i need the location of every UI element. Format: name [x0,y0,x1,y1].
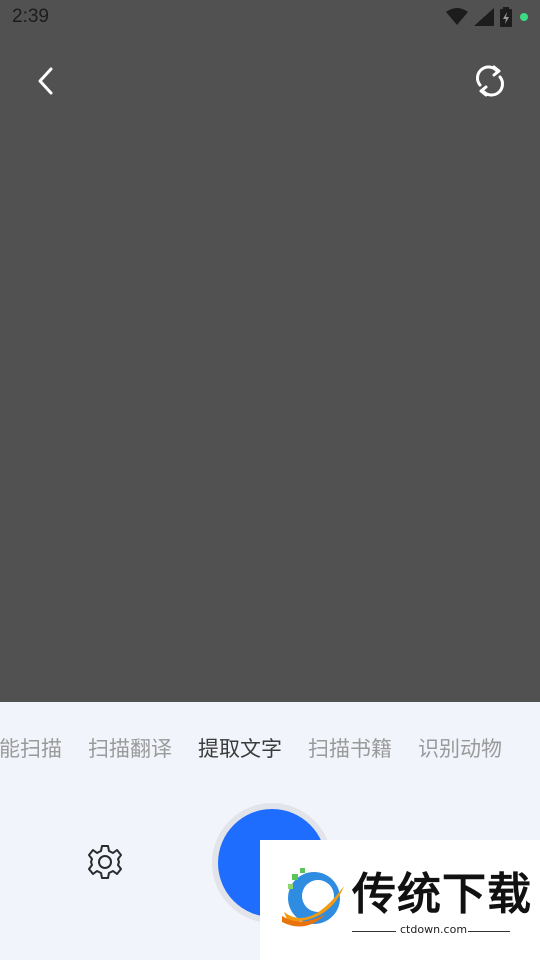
status-time: 2:39 [12,6,49,27]
watermark-domain: ctdown.com [400,923,468,936]
notification-dot-icon [518,11,530,23]
switch-camera-button[interactable] [468,62,512,104]
mode-extract-text[interactable]: 提取文字 [198,733,282,767]
settings-button[interactable] [84,843,126,885]
mode-scan-translate[interactable]: 扫描翻译 [88,733,172,767]
watermark-divider-right [468,931,510,932]
watermark: 传统下载 ctdown.com [260,840,540,960]
gear-icon [85,842,125,886]
wifi-icon [446,8,468,26]
ctdown-logo-icon [270,860,350,940]
watermark-title: 传统下载 [352,869,532,920]
status-bar: 2:39 [0,0,540,36]
camera-switch-icon [473,64,507,102]
back-button[interactable] [28,62,62,104]
cellular-signal-icon [474,8,494,26]
battery-charging-icon [500,7,512,27]
status-icons [446,7,530,27]
mode-identify-animals[interactable]: 识别动物 [418,733,502,767]
chevron-left-icon [35,66,55,100]
mode-scan-books[interactable]: 扫描书籍 [308,733,392,767]
watermark-divider-left [352,931,396,932]
mode-smart-scan[interactable]: 智能扫描 [0,733,62,767]
mode-selector[interactable]: 智能扫描 扫描翻译 提取文字 扫描书籍 识别动物 [0,733,502,767]
camera-preview[interactable] [0,36,540,702]
